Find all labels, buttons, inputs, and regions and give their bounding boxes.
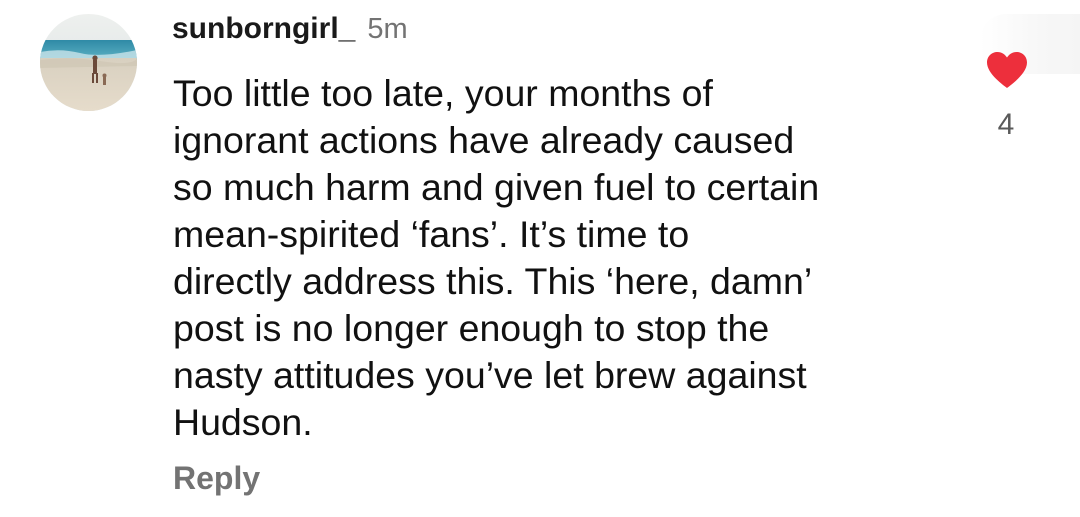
- comment-line: post is no longer enough to stop the: [173, 307, 770, 349]
- comment-line: Too little too late, your months of: [173, 72, 713, 114]
- comment-line: directly address this. This ‘here, damn’: [173, 260, 813, 302]
- beach-photo-avatar-icon: [40, 14, 137, 111]
- like-count: 4: [997, 108, 1015, 141]
- timestamp: 5m: [367, 13, 408, 45]
- comment-line: mean-spirited ‘fans’. It’s time to: [173, 213, 690, 255]
- username[interactable]: sunborngirl_: [172, 12, 355, 46]
- comment: sunborngirl_ 5m Too little too late, you…: [0, 0, 1080, 517]
- comment-line: nasty attitudes you’ve let brew against: [173, 354, 807, 396]
- comment-line: Hudson.: [173, 401, 313, 443]
- comment-line: ignorant actions have already caused: [173, 119, 795, 161]
- heart-filled-icon: [987, 52, 1027, 88]
- comment-line: so much harm and given fuel to certain: [173, 166, 820, 208]
- comment-text: Too little too late, your months of igno…: [173, 70, 963, 446]
- like-button[interactable]: [985, 50, 1029, 90]
- comment-header: sunborngirl_ 5m: [172, 12, 408, 52]
- reply-button[interactable]: Reply: [173, 460, 260, 497]
- avatar[interactable]: [40, 14, 137, 111]
